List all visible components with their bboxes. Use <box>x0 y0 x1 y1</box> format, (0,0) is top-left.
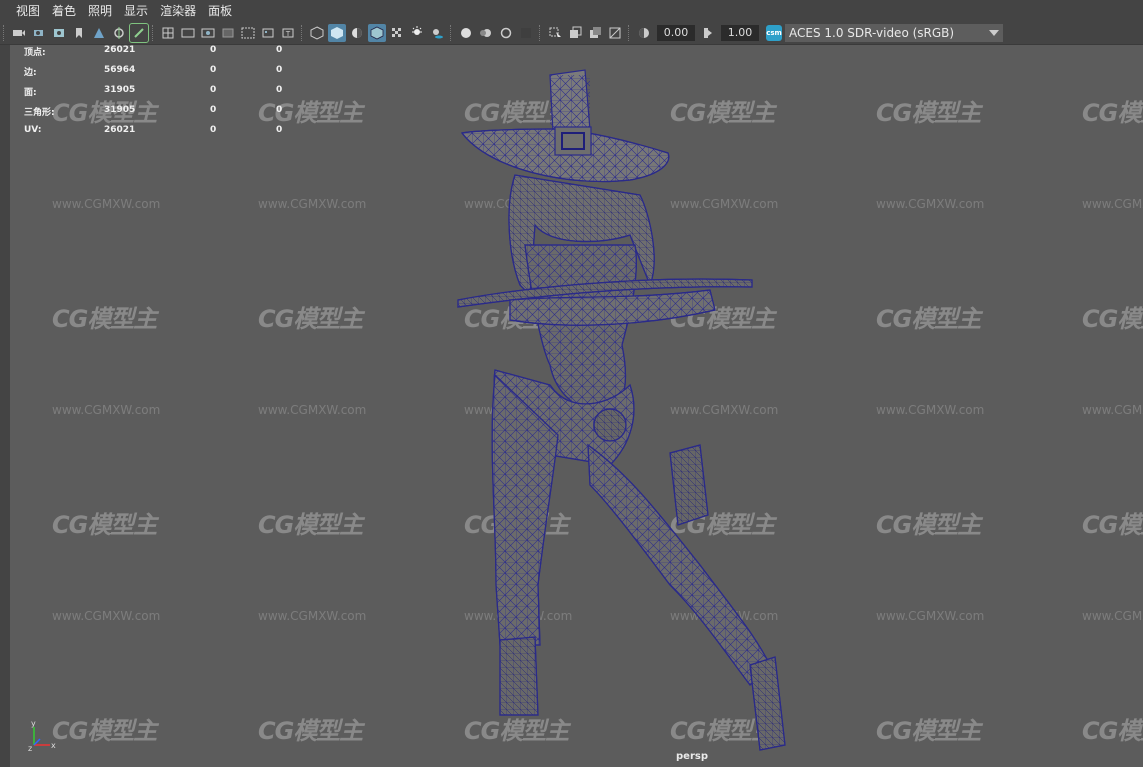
hud-value: 26021 <box>104 45 136 55</box>
camera-attributes-icon[interactable] <box>30 24 48 42</box>
hud-value: 0 <box>210 65 217 75</box>
exposure-icon[interactable] <box>635 24 653 42</box>
film-gate-icon[interactable] <box>179 24 197 42</box>
grease-pencil-tool-icon[interactable] <box>129 23 149 43</box>
hud-label: 三角形: <box>24 108 55 118</box>
gate-mask-icon[interactable] <box>219 24 237 42</box>
hud-row-uvs: UV: 26021 0 0 <box>24 125 284 145</box>
menu-shading[interactable]: 着色 <box>46 0 82 22</box>
color-management-icon[interactable]: csm <box>766 25 782 41</box>
hud-value: 26021 <box>104 125 136 135</box>
depth-of-field-icon[interactable] <box>517 24 535 42</box>
toolbar-separator <box>628 25 631 41</box>
hud-value: 0 <box>210 125 217 135</box>
resolution-gate-icon[interactable] <box>199 24 217 42</box>
hud-value: 0 <box>276 45 283 55</box>
view-transform-dropdown[interactable]: ACES 1.0 SDR-video (sRGB) <box>785 24 1003 42</box>
xray-active-components-icon[interactable] <box>606 24 624 42</box>
menu-view[interactable]: 视图 <box>10 0 46 22</box>
chevron-down-icon <box>989 30 999 36</box>
poly-count-hud: 顶点: 26021 0 0 边: 56964 0 0 面: 31905 0 0 … <box>24 45 284 145</box>
hud-row-faces: 面: 31905 0 0 <box>24 85 284 105</box>
toolbar-separator <box>539 25 542 41</box>
hud-value: 0 <box>276 105 283 115</box>
use-all-lights-icon[interactable] <box>408 24 426 42</box>
image-plane-icon[interactable] <box>50 24 68 42</box>
view-transform-label: ACES 1.0 SDR-video (sRGB) <box>789 26 955 40</box>
panel-menu-bar: 视图 着色 照明 显示 渲染器 面板 <box>0 0 1143 22</box>
hud-row-edges: 边: 56964 0 0 <box>24 65 284 85</box>
xray-joints-icon[interactable] <box>586 24 604 42</box>
menu-renderer[interactable]: 渲染器 <box>154 0 202 22</box>
3d-viewport[interactable]: CG模型主 www.CGMXW.com CG模型主 www.CGMXW.com CG模型… <box>10 45 1143 767</box>
wireframe-on-shaded-icon[interactable] <box>368 24 386 42</box>
hud-label: 面: <box>24 88 37 98</box>
hud-label: UV: <box>24 125 42 135</box>
safe-action-icon[interactable] <box>259 24 277 42</box>
xray-icon[interactable] <box>566 24 584 42</box>
toolbar-separator <box>450 25 453 41</box>
toolbar-separator <box>152 25 155 41</box>
textured-icon[interactable] <box>388 24 406 42</box>
camera-select-icon[interactable] <box>10 24 28 42</box>
hud-label: 顶点: <box>24 48 46 58</box>
hud-value: 0 <box>210 85 217 95</box>
maya-viewport-window: 视图 着色 照明 显示 渲染器 面板 T 0.00 1.00 csm ACES … <box>0 0 1143 767</box>
shadows-icon[interactable] <box>428 24 446 42</box>
panel-toolbar: T 0.00 1.00 csm ACES 1.0 SDR-video (sRGB… <box>0 22 1143 45</box>
camera-name-label: persp <box>676 751 708 762</box>
grid-icon[interactable] <box>159 24 177 42</box>
svg-text:T: T <box>285 30 291 38</box>
hud-row-vertices: 顶点: 26021 0 0 <box>24 45 284 65</box>
default-material-icon[interactable] <box>348 24 366 42</box>
hud-value: 0 <box>210 105 217 115</box>
ambient-occlusion-icon[interactable] <box>457 24 475 42</box>
character-wireframe-model[interactable] <box>10 45 1143 767</box>
safe-title-icon[interactable]: T <box>279 24 297 42</box>
hud-label: 边: <box>24 68 37 78</box>
2d-pan-zoom-icon[interactable] <box>110 24 128 42</box>
menu-show[interactable]: 显示 <box>118 0 154 22</box>
toolbar-separator <box>3 25 6 41</box>
anti-aliasing-icon[interactable] <box>497 24 515 42</box>
hud-value: 31905 <box>104 105 136 115</box>
menu-panels[interactable]: 面板 <box>202 0 238 22</box>
hud-value: 0 <box>210 45 217 55</box>
panel-left-border <box>0 45 10 767</box>
axis-x-label: x <box>51 741 56 750</box>
bookmark-icon[interactable] <box>70 24 88 42</box>
gamma-field[interactable]: 1.00 <box>721 25 759 41</box>
wireframe-shading-icon[interactable] <box>308 24 326 42</box>
hud-value: 56964 <box>104 65 136 75</box>
field-chart-icon[interactable] <box>239 24 257 42</box>
menu-lighting[interactable]: 照明 <box>82 0 118 22</box>
hud-value: 31905 <box>104 85 136 95</box>
hud-value: 0 <box>276 125 283 135</box>
axis-gizmo: y x z <box>28 719 56 753</box>
isolate-select-icon[interactable] <box>546 24 564 42</box>
smooth-shade-icon[interactable] <box>328 24 346 42</box>
motion-blur-icon[interactable] <box>477 24 495 42</box>
hud-value: 0 <box>276 85 283 95</box>
axis-y-label: y <box>31 719 36 728</box>
axis-z-label: z <box>28 744 32 753</box>
toolbar-separator <box>301 25 304 41</box>
exposure-field[interactable]: 0.00 <box>657 25 695 41</box>
hud-row-triangles: 三角形: 31905 0 0 <box>24 105 284 125</box>
hud-value: 0 <box>276 65 283 75</box>
gamma-icon[interactable] <box>699 24 717 42</box>
grease-pencil-icon[interactable] <box>90 24 108 42</box>
